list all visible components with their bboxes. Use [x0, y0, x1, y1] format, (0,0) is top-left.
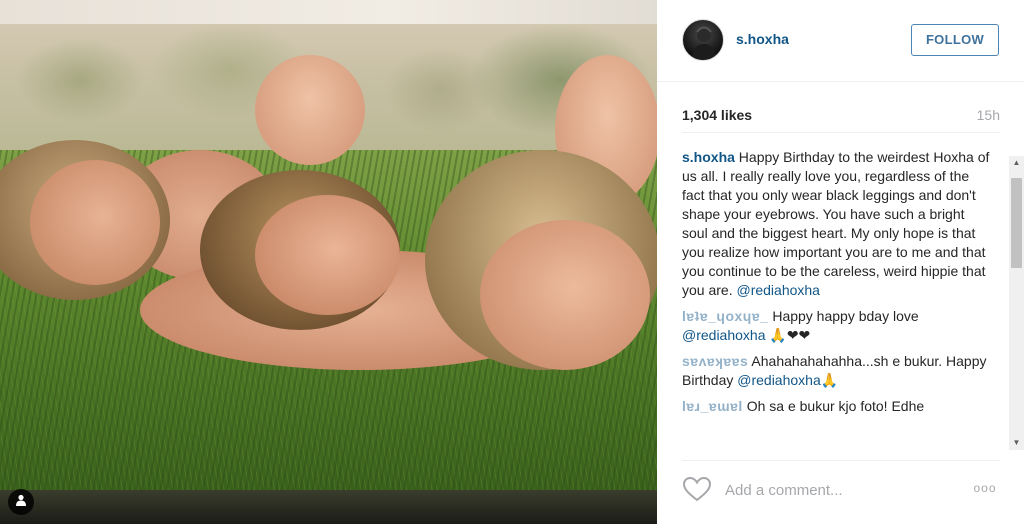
comment-item: s.hoxha Happy Birthday to the weirdest H… — [682, 148, 992, 300]
photo-print-border — [0, 0, 657, 24]
post-side-panel: s.hoxha FOLLOW 1,304 likes 15h s.hoxha H… — [657, 0, 1024, 524]
post-author-username[interactable]: s.hoxha — [736, 31, 789, 47]
post-photo[interactable] — [0, 0, 657, 524]
post-footer: ooo — [682, 460, 1000, 518]
comment-emoji: 🙏❤❤ — [769, 327, 811, 343]
comment-mention[interactable]: @rediahoxha — [682, 327, 766, 343]
follow-button[interactable]: FOLLOW — [911, 24, 999, 56]
comment-emoji: 🙏 — [820, 372, 839, 388]
comment-text: Oh sa e bukur kjo foto! Edhe — [746, 398, 925, 414]
comment-list: s.hoxha Happy Birthday to the weirdest H… — [682, 148, 992, 452]
photo-child-face — [30, 160, 160, 285]
heart-outline-icon[interactable] — [682, 476, 714, 504]
comment-username[interactable]: lɐɹ_ɐɯɐl — [682, 398, 743, 414]
comment-item: sɐʌɐʞɐɐs Ahahahahahahha...sh e bukur. Ha… — [682, 352, 992, 390]
comment-scrollbar[interactable]: ▲ ▼ — [1009, 156, 1024, 450]
post-stats: 1,304 likes 15h — [682, 103, 1000, 133]
comment-item: lɐɹ_ɐɯɐl Oh sa e bukur kjo foto! Edhe — [682, 397, 992, 416]
likes-count[interactable]: 1,304 likes — [682, 107, 752, 123]
comment-username[interactable]: s.hoxha — [682, 149, 735, 165]
photo-child-face — [255, 195, 400, 315]
comment-item: lɐʇɐ_ɥoxɥɐ_ Happy happy bday love @redia… — [682, 307, 992, 345]
scroll-up-arrow-icon[interactable]: ▲ — [1009, 156, 1024, 170]
comment-mention[interactable]: @rediahoxha — [736, 282, 820, 298]
scroll-down-arrow-icon[interactable]: ▼ — [1009, 436, 1024, 450]
scrollbar-thumb[interactable] — [1011, 178, 1022, 268]
more-options-icon[interactable]: ooo — [970, 481, 1000, 497]
photo-bottom-edge — [0, 490, 657, 524]
avatar[interactable] — [682, 19, 724, 61]
post-header: s.hoxha FOLLOW — [657, 0, 1024, 82]
photo-child-face — [480, 220, 650, 370]
comment-mention[interactable]: @rediahoxha — [737, 372, 821, 388]
comment-text: Happy Birthday to the weirdest Hoxha of … — [682, 149, 990, 298]
add-comment-input[interactable] — [725, 479, 945, 501]
comment-username[interactable]: sɐʌɐʞɐɐs — [682, 353, 748, 369]
user-tag-button[interactable] — [8, 489, 34, 515]
user-tag-icon — [15, 493, 27, 511]
comment-text: Happy happy bday love — [772, 308, 919, 324]
comment-username[interactable]: lɐʇɐ_ɥoxɥɐ_ — [682, 308, 768, 324]
photo-feet — [255, 55, 365, 165]
post-timestamp[interactable]: 15h — [977, 107, 1000, 123]
